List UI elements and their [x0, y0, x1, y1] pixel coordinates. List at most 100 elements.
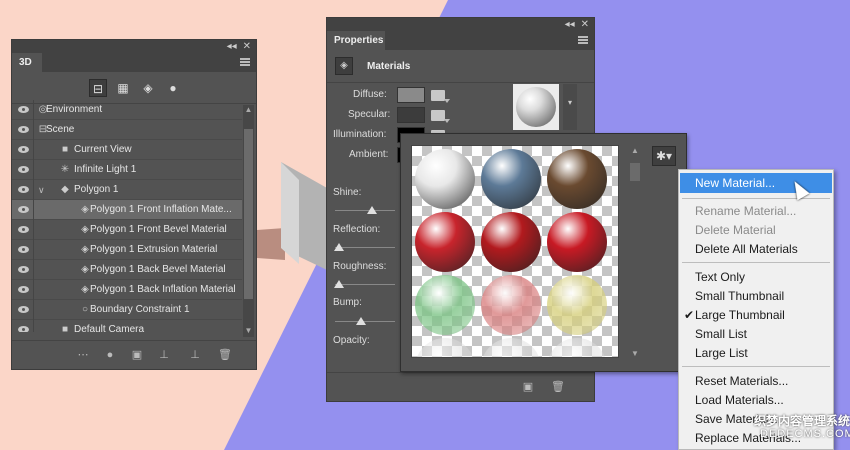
- meshes-filter-icon[interactable]: ▦: [114, 79, 132, 97]
- material-thumbnail[interactable]: [412, 336, 480, 357]
- visibility-eye-icon[interactable]: [12, 240, 34, 260]
- ground-plane-icon[interactable]: ⋯: [76, 348, 90, 362]
- scene-tree-label: Current View: [74, 144, 132, 155]
- constraint-icon[interactable]: ⊥: [188, 348, 202, 362]
- drop-to-plane-icon[interactable]: ⊥: [157, 348, 171, 362]
- green-glass-material-ball: [415, 275, 475, 335]
- scroll-thumb[interactable]: [244, 129, 253, 299]
- material-thumbnail[interactable]: [478, 273, 546, 337]
- visibility-eye-icon[interactable]: [12, 180, 34, 200]
- scroll-up-icon[interactable]: ▲: [243, 105, 254, 116]
- material-picker-dropdown-icon[interactable]: ▾: [563, 84, 577, 130]
- material-thumbnail[interactable]: [478, 210, 546, 274]
- scene-tree-row[interactable]: ∨ ◆ Polygon 1: [12, 180, 242, 200]
- menu-item-reset-materials[interactable]: Reset Materials...: [695, 373, 788, 389]
- visibility-eye-icon[interactable]: [12, 200, 34, 220]
- material-thumbnail[interactable]: [412, 273, 480, 337]
- scroll-down-icon[interactable]: ▼: [243, 326, 254, 337]
- tab-3d[interactable]: 3D: [12, 53, 42, 72]
- material-thumbnail[interactable]: [544, 210, 612, 274]
- collapse-icon[interactable]: ◂◂: [565, 19, 575, 30]
- menu-item-small-list[interactable]: Small List: [695, 326, 747, 342]
- material-thumbnail[interactable]: [412, 210, 480, 274]
- menu-item-delete-material[interactable]: Delete Material: [695, 222, 776, 238]
- scene-tree-label: Boundary Constraint 1: [90, 304, 190, 315]
- scene-tree-row[interactable]: ⊟ Scene: [12, 120, 242, 140]
- material-thumbnail[interactable]: [544, 273, 612, 337]
- expand-chevron-icon[interactable]: ∨: [38, 180, 45, 200]
- trash-icon[interactable]: 🗑: [218, 348, 232, 362]
- red-fabric-dark-material-ball: [481, 212, 541, 272]
- brown-wood-material-ball: [547, 149, 607, 209]
- trash-icon[interactable]: 🗑: [551, 380, 565, 394]
- scene-tree-label: Environment: [46, 104, 103, 115]
- panel-menu-icon[interactable]: [240, 58, 250, 66]
- scene-tree-row[interactable]: ■ Default Camera: [12, 320, 242, 332]
- visibility-eye-icon[interactable]: [12, 120, 34, 140]
- scene-scrollbar[interactable]: ▲ ▼: [243, 105, 254, 337]
- menu-item-load-materials[interactable]: Load Materials...: [695, 392, 784, 408]
- visibility-eye-icon[interactable]: [12, 300, 34, 320]
- scene-tree-row[interactable]: ■ Current View: [12, 140, 242, 160]
- menu-item-large-list[interactable]: Large List: [695, 345, 748, 361]
- menu-item-new-material[interactable]: New Material...: [695, 175, 775, 191]
- roughness-slider-knob[interactable]: [334, 280, 344, 288]
- gear-icon[interactable]: ✱▾: [652, 146, 676, 166]
- reflection-slider-knob[interactable]: [334, 243, 344, 251]
- visibility-eye-icon[interactable]: [12, 140, 34, 160]
- material-thumbnail[interactable]: [478, 147, 546, 211]
- menu-item-text-only[interactable]: Text Only: [695, 269, 745, 285]
- scene-tree-row[interactable]: ◎ Environment: [12, 100, 242, 120]
- red-stitched-material-ball: [547, 212, 607, 272]
- render-icon[interactable]: ▣: [521, 380, 535, 394]
- bump-slider-knob[interactable]: [356, 317, 366, 325]
- panel-menu-icon[interactable]: [578, 36, 588, 44]
- add-light-icon[interactable]: ●: [103, 348, 117, 362]
- diffuse-texture-folder-icon[interactable]: [431, 90, 450, 103]
- scene-tree-row[interactable]: ◈ Polygon 1 Front Inflation Mate...: [12, 200, 242, 220]
- tab-properties[interactable]: Properties: [327, 31, 385, 50]
- scene-tree-row[interactable]: ✳ Infinite Light 1: [12, 160, 242, 180]
- section-title: Materials: [367, 61, 411, 72]
- menu-item-large-thumbnail[interactable]: Large Thumbnail: [695, 307, 785, 323]
- close-icon[interactable]: ✕: [243, 41, 251, 52]
- visibility-eye-icon[interactable]: [12, 320, 34, 332]
- scroll-up-icon[interactable]: ▲: [628, 146, 642, 155]
- visibility-eye-icon[interactable]: [12, 280, 34, 300]
- shine-slider-knob[interactable]: [367, 206, 377, 214]
- roughness-slider-track[interactable]: [335, 284, 395, 285]
- scene-tree-row[interactable]: ◈ Polygon 1 Front Bevel Material: [12, 220, 242, 240]
- render-icon[interactable]: ▣: [130, 348, 144, 362]
- specular-swatch[interactable]: [397, 107, 425, 123]
- material-thumbnail[interactable]: [544, 336, 612, 357]
- close-icon[interactable]: ✕: [581, 19, 589, 30]
- scroll-thumb[interactable]: [630, 163, 640, 181]
- visibility-eye-icon[interactable]: [12, 220, 34, 240]
- materials-filter-icon[interactable]: ◈: [139, 79, 157, 97]
- scene-tree-row[interactable]: ○ Boundary Constraint 1: [12, 300, 242, 320]
- menu-item-small-thumbnail[interactable]: Small Thumbnail: [695, 288, 784, 304]
- scene-tree-row[interactable]: ◈ Polygon 1 Back Inflation Material: [12, 280, 242, 300]
- material-context-menu: New Material... Rename Material... Delet…: [678, 169, 834, 450]
- picker-scrollbar[interactable]: ▲ ▼: [628, 146, 642, 358]
- menu-item-delete-all-materials[interactable]: Delete All Materials: [695, 241, 798, 257]
- scene-tree-row[interactable]: ◈ Polygon 1 Back Bevel Material: [12, 260, 242, 280]
- lights-filter-icon[interactable]: ●: [164, 79, 182, 97]
- shine-slider-track[interactable]: [335, 210, 395, 211]
- reflection-slider-track[interactable]: [335, 247, 395, 248]
- whole-scene-icon[interactable]: ⊟: [89, 79, 107, 97]
- visibility-eye-icon[interactable]: [12, 100, 34, 120]
- specular-texture-folder-icon[interactable]: [431, 110, 450, 123]
- diffuse-label: Diffuse:: [353, 89, 387, 100]
- scroll-down-icon[interactable]: ▼: [628, 349, 642, 358]
- material-thumbnail[interactable]: [544, 147, 612, 211]
- visibility-eye-icon[interactable]: [12, 260, 34, 280]
- material-thumbnail[interactable]: [478, 336, 546, 357]
- diffuse-swatch[interactable]: [397, 87, 425, 103]
- collapse-icon[interactable]: ◂◂: [227, 41, 237, 52]
- material-preview-thumbnail[interactable]: [513, 84, 559, 130]
- material-thumbnail[interactable]: [412, 147, 480, 211]
- menu-item-rename-material[interactable]: Rename Material...: [695, 203, 796, 219]
- scene-tree-row[interactable]: ◈ Polygon 1 Extrusion Material: [12, 240, 242, 260]
- visibility-eye-icon[interactable]: [12, 160, 34, 180]
